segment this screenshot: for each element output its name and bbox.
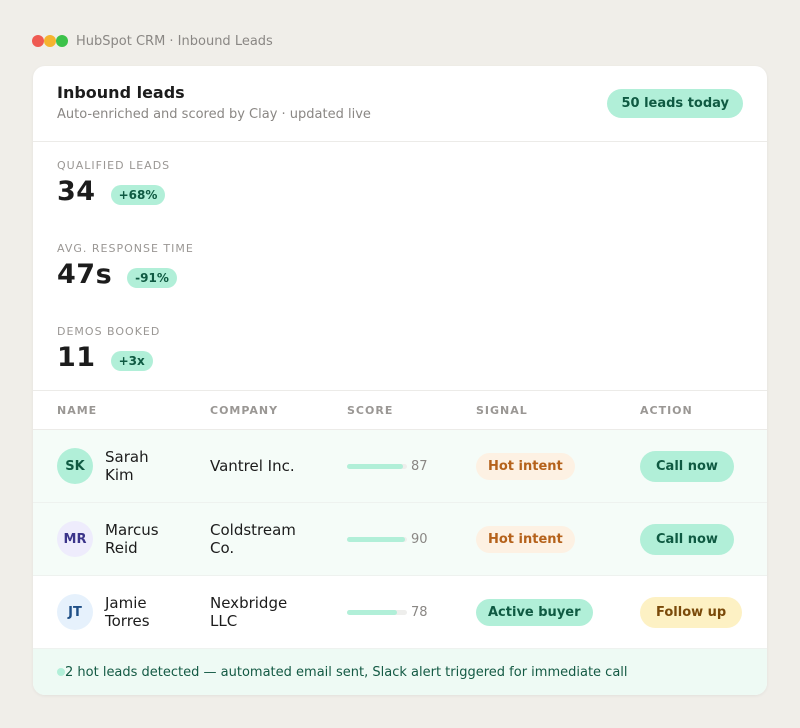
stat-value: 11 bbox=[57, 342, 96, 373]
stats-section: Qualified leads 34 +68% Avg. response ti… bbox=[33, 142, 767, 391]
avatar: JT bbox=[57, 594, 93, 630]
column-header-action: ACTION bbox=[640, 404, 693, 417]
column-header-score: SCORE bbox=[347, 404, 394, 417]
score-bar-fill bbox=[347, 537, 405, 542]
stat-value: 34 bbox=[57, 176, 96, 207]
stat-label: Avg. response time bbox=[57, 242, 194, 255]
table-row: MR Marcus Reid Coldstream Co. 90 Hot int… bbox=[33, 503, 767, 576]
stat-delta-badge: -91% bbox=[127, 267, 177, 288]
stat-label: Demos booked bbox=[57, 325, 161, 338]
status-dot-icon bbox=[57, 668, 65, 676]
stat-delta-badge: +3x bbox=[110, 350, 153, 371]
header-text: Inbound leads Auto-enriched and scored b… bbox=[57, 82, 371, 122]
lead-company: Nexbridge LLC bbox=[210, 594, 288, 630]
stat-qualified-leads: Qualified leads 34 +68% bbox=[57, 159, 170, 207]
window-title: HubSpot CRM · Inbound Leads bbox=[76, 33, 273, 49]
table-header: NAME COMPANY SCORE SIGNAL ACTION bbox=[33, 391, 767, 430]
column-header-name: NAME bbox=[57, 404, 98, 417]
table-row: SK Sarah Kim Vantrel Inc. 87 Hot intent … bbox=[33, 430, 767, 503]
avatar: SK bbox=[57, 448, 93, 484]
signal-badge: Active buyer bbox=[476, 599, 593, 626]
alert-footer: 2 hot leads detected — automated email s… bbox=[33, 649, 767, 695]
card-header: Inbound leads Auto-enriched and scored b… bbox=[33, 66, 767, 142]
stat-demos-booked: Demos booked 11 +3x bbox=[57, 325, 160, 373]
page-title: Inbound leads bbox=[57, 82, 185, 102]
score-bar bbox=[347, 537, 407, 542]
score-bar bbox=[347, 610, 407, 615]
stat-value: 47s bbox=[57, 259, 113, 290]
score-bar-fill bbox=[347, 464, 403, 469]
page-subtitle: Auto-enriched and scored by Clay · updat… bbox=[57, 106, 371, 122]
lead-company: Coldstream Co. bbox=[210, 521, 296, 557]
table-row: JT Jamie Torres Nexbridge LLC 78 Active … bbox=[33, 576, 767, 649]
leads-card: Inbound leads Auto-enriched and scored b… bbox=[33, 66, 767, 695]
close-icon[interactable] bbox=[32, 35, 44, 47]
call-now-button[interactable]: Call now bbox=[640, 451, 734, 482]
score-value: 90 bbox=[411, 532, 428, 547]
score-bar-fill bbox=[347, 610, 397, 615]
lead-score: 78 bbox=[347, 605, 428, 620]
leads-table: NAME COMPANY SCORE SIGNAL ACTION SK Sara… bbox=[33, 391, 767, 649]
alert-message: 2 hot leads detected — automated email s… bbox=[65, 664, 628, 680]
window-titlebar: HubSpot CRM · Inbound Leads bbox=[32, 31, 273, 51]
lead-name: Sarah Kim bbox=[105, 448, 149, 484]
lead-score: 87 bbox=[347, 459, 428, 474]
stat-label: Qualified leads bbox=[57, 159, 171, 172]
stat-delta-badge: +68% bbox=[110, 184, 166, 205]
score-value: 78 bbox=[411, 605, 428, 620]
signal-badge: Hot intent bbox=[476, 526, 575, 553]
score-bar bbox=[347, 464, 407, 469]
window-controls bbox=[32, 35, 68, 47]
maximize-icon[interactable] bbox=[56, 35, 68, 47]
avatar: MR bbox=[57, 521, 93, 557]
lead-name: Marcus Reid bbox=[105, 521, 159, 557]
lead-score: 90 bbox=[347, 532, 428, 547]
call-now-button[interactable]: Call now bbox=[640, 524, 734, 555]
stat-avg-response-time: Avg. response time 47s -91% bbox=[57, 242, 194, 290]
signal-badge: Hot intent bbox=[476, 453, 575, 480]
lead-company: Vantrel Inc. bbox=[210, 457, 295, 475]
minimize-icon[interactable] bbox=[44, 35, 56, 47]
leads-today-badge: 50 leads today bbox=[607, 89, 743, 118]
lead-name: Jamie Torres bbox=[105, 594, 150, 630]
column-header-company: COMPANY bbox=[210, 404, 279, 417]
score-value: 87 bbox=[411, 459, 428, 474]
follow-up-button[interactable]: Follow up bbox=[640, 597, 743, 628]
column-header-signal: SIGNAL bbox=[476, 404, 528, 417]
